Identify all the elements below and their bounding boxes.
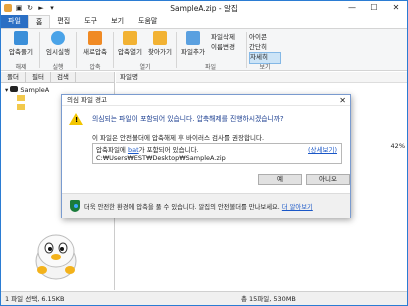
- column-header-filename[interactable]: 파일명: [116, 72, 407, 83]
- tab-view[interactable]: 보기: [104, 15, 131, 28]
- group-label-file: 파일: [204, 64, 217, 71]
- run-icon: [51, 31, 65, 45]
- folder-icon: [17, 95, 25, 101]
- compress-icon: [14, 31, 28, 45]
- view-icons-button[interactable]: 아이콘: [249, 33, 281, 43]
- maximize-button[interactable]: ☐: [363, 1, 385, 15]
- new-archive-icon: [88, 31, 102, 45]
- tab-edit[interactable]: 편집: [50, 15, 77, 28]
- title-bar: ▣ ↻ ► ▾ SampleA.zip - 알집 — ☐ ✕: [1, 1, 407, 15]
- dialog-close-button[interactable]: ✕: [339, 95, 346, 106]
- status-bar: 1 파일 선택, 6.15KB 총 15파일, 530MB: [1, 291, 407, 305]
- group-label-open: 열기: [139, 64, 151, 71]
- dialog-detail-box: 압축파일에 bat가 포함되어 있습니다. (상세보기) C:₩Users₩ES…: [92, 143, 342, 164]
- group-label-compress: 압축: [89, 64, 101, 71]
- tab-file[interactable]: 파일: [1, 15, 28, 28]
- tab-filter[interactable]: 필터: [26, 72, 51, 82]
- add-file-button[interactable]: 파일추가: [178, 31, 208, 56]
- temp-run-button[interactable]: 임시실행: [41, 31, 75, 56]
- archive-icon: [10, 86, 19, 92]
- dialog-message: 의심되는 파일이 포함되어 있습니다. 압축해제를 진행하시겠습니까?: [92, 115, 284, 123]
- new-archive-button[interactable]: 새로압축: [78, 31, 112, 56]
- archive-path: C:₩Users₩EST₩Desktop₩SampleA.zip: [96, 154, 226, 162]
- ribbon-tabs: 파일 홈 편집 도구 보기 도움말: [1, 15, 407, 28]
- group-label-extract: 해제: [15, 64, 27, 71]
- group-label-view: 보기: [259, 64, 271, 71]
- tab-home[interactable]: 홈: [27, 15, 51, 28]
- close-button[interactable]: ✕: [385, 1, 407, 15]
- delete-file-button[interactable]: 파일삭제: [211, 33, 235, 43]
- group-label-run: 실행: [52, 64, 64, 71]
- dialog-title: 의심 파일 경고: [62, 95, 350, 106]
- yes-button[interactable]: 예: [258, 174, 302, 185]
- minimize-button[interactable]: —: [341, 1, 363, 15]
- side-percent: 42%: [390, 142, 405, 150]
- view-simple-button[interactable]: 간단히: [249, 43, 281, 53]
- status-total: 총 15파일, 530MB: [241, 295, 296, 303]
- folder-icon: [17, 104, 25, 110]
- dialog-footer: 더욱 안전한 환경에 압축을 풀 수 있습니다. 알집의 안전볼더를 만나보세요…: [62, 193, 350, 218]
- footer-text: 더욱 안전한 환경에 압축을 풀 수 있습니다. 알집의 안전볼더를 만나보세요…: [84, 204, 280, 211]
- tab-help[interactable]: 도움말: [131, 15, 164, 28]
- ribbon: 압축풀기 해제 임시실행 실행 새로압축 압축 압축열기 찾아가기 열기 파일추…: [1, 28, 407, 71]
- open-archive-button[interactable]: 압축열기: [115, 31, 145, 56]
- file-actions-list: 파일삭제 이름변경: [211, 33, 235, 52]
- alzip-mascot-image: [35, 234, 77, 280]
- extract-button[interactable]: 압축풀기: [4, 31, 38, 56]
- tab-tools[interactable]: 도구: [77, 15, 104, 28]
- view-mode-list: 아이콘 간단히 자세히: [249, 33, 281, 64]
- tab-folders[interactable]: 폴더: [1, 72, 26, 82]
- find-icon: [153, 31, 167, 45]
- safe-folder-shield-icon: [70, 200, 80, 212]
- open-archive-icon: [123, 31, 137, 45]
- go-to-button[interactable]: 찾아가기: [145, 31, 175, 56]
- rename-button[interactable]: 이름변경: [211, 43, 235, 53]
- detail-link[interactable]: (상세보기): [308, 146, 337, 154]
- learn-more-link[interactable]: 더 알아보기: [282, 204, 313, 211]
- no-button[interactable]: 아니오: [306, 174, 350, 185]
- app-window: ▣ ↻ ► ▾ SampleA.zip - 알집 — ☐ ✕ 파일 홈 편집 도…: [0, 0, 408, 306]
- bat-link[interactable]: bat: [128, 146, 139, 154]
- tab-search[interactable]: 검색: [51, 72, 76, 82]
- dialog-recommendation: 이 파일은 안전볼더에 압축해제 후 바이러스 검사를 권장합니다.: [92, 134, 265, 142]
- add-file-icon: [186, 31, 200, 45]
- status-selection: 1 파일 선택, 6.15KB: [5, 295, 65, 303]
- suspicious-file-dialog: 의심 파일 경고 ✕ ! 의심되는 파일이 포함되어 있습니다. 압축해제를 진…: [61, 94, 351, 218]
